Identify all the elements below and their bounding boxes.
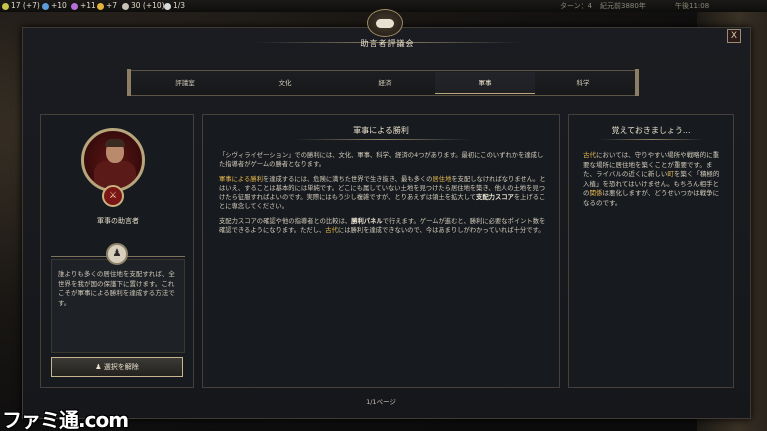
faith-icon (164, 2, 171, 10)
panel-title: 軍事による勝利 (353, 126, 409, 135)
science-resource[interactable]: +10 (42, 0, 67, 12)
advisor-description-text: 誰よりも多くの居住地を支配すれば、全世界を我が国の保護下に置けます。これこそが軍… (58, 270, 175, 307)
advisor-medallion-icon (367, 9, 403, 37)
advisor-portrait (81, 128, 145, 192)
tab-science[interactable]: 科学 (535, 72, 631, 94)
dialog-title: 助言者評議会 (360, 39, 415, 48)
turn-counter: ターン：4 (560, 2, 593, 10)
game-year: 紀元前3880年 (600, 2, 646, 10)
happiness-icon (97, 2, 104, 10)
happiness-resource[interactable]: +7 (97, 0, 117, 12)
deselect-label: 選択を解除 (103, 363, 139, 371)
panel-divider (293, 139, 471, 140)
tab-culture[interactable]: 文化 (235, 72, 335, 94)
advisor-name: 軍事の助言者 (97, 217, 139, 225)
advisor-tabs: 評議室 文化 経済 軍事 科学 (127, 69, 639, 96)
tips-text: 古代においては、守りやすい場所や戦略的に重要な場所に居住地を築くことが重要です。… (583, 151, 721, 208)
faith-resource[interactable]: 1/3 (164, 0, 185, 12)
advisor-panel: ⚔ 軍事の助言者 誰よりも多くの居住地を支配すれば、全世界を我が国の保護下に置け… (40, 114, 194, 388)
text-segment: 支配力スコアの確認や他の指導者との比較は、 (219, 218, 352, 225)
food-value: 17 (+7) (11, 1, 40, 10)
culture-value: +11 (80, 1, 96, 10)
text-segment: には勝利を達成できないので、今はあまりしがわかっていれば十分です。 (337, 227, 545, 234)
victory-info-panel: 軍事による勝利 「シヴィライゼーション」での勝利には、文化、軍事、科学、経済の4… (202, 114, 560, 388)
close-button[interactable]: X (727, 29, 741, 43)
gold-value: 30 (+10) (131, 1, 165, 10)
advisor-description: 誰よりも多くの居住地を支配すれば、全世界を我が国の保護下に置けます。これこそが軍… (51, 259, 185, 353)
food-icon (2, 2, 9, 10)
gold-icon (122, 2, 129, 10)
advisor-council-dialog: 助言者評議会 X 評議室 文化 経済 軍事 科学 ⚔ 軍事の助言者 誰よりも多く… (22, 9, 751, 419)
keyword-antiquity[interactable]: 古代 (583, 151, 596, 159)
person-icon: ♟ (106, 243, 128, 265)
science-value: +10 (51, 1, 67, 10)
clock: 午後11:08 (675, 2, 710, 10)
tab-military[interactable]: 軍事 (435, 72, 535, 94)
military-emblem-icon: ⚔ (102, 185, 124, 207)
keyword-military-victory[interactable]: 軍事による勝利 (219, 176, 263, 183)
culture-resource[interactable]: +11 (71, 0, 96, 12)
page-indicator: 1/1ページ (366, 398, 396, 406)
paragraph-panel: 支配力スコアの確認や他の指導者との比較は、勝利パネルで行えます。ゲームが進むと、… (219, 217, 547, 235)
gold-resource[interactable]: 30 (+10) (122, 0, 165, 12)
science-icon (42, 2, 49, 10)
tab-council-room[interactable]: 評議室 (135, 72, 235, 94)
tips-divider (599, 139, 705, 140)
happiness-value: +7 (106, 1, 118, 10)
culture-icon (71, 2, 78, 10)
keyword-settlement[interactable]: 居住地 (432, 176, 451, 183)
victory-description: 「シヴィライゼーション」での勝利には、文化、軍事、科学、経済の4つがあります。最… (219, 151, 547, 241)
deselect-button[interactable]: ♟ 選択を解除 (51, 357, 183, 377)
keyword-antiquity[interactable]: 古代 (325, 227, 338, 234)
tips-panel: 覚えておきましょう... 古代においては、守りやすい場所や戦略的に重要な場所に居… (568, 114, 734, 388)
watermark-logo: ファミ通.com (2, 408, 129, 431)
person-icon: ♟ (95, 363, 102, 371)
paragraph-conditions: 軍事による勝利を達成するには、危険に満ちた世界で生き抜き、最も多くの居住地を支配… (219, 175, 547, 211)
text-segment: は悪化しますが、どうせいつかは戦争になるのです。 (583, 189, 720, 207)
keyword-dominance-score: 支配力スコア (476, 194, 514, 201)
keyword-relationship[interactable]: 関係 (590, 189, 603, 197)
text-segment: を達成するには、危険に満ちた世界で生き抜き、最も多くの (262, 176, 433, 183)
tips-title: 覚えておきましょう... (611, 126, 691, 135)
keyword-victory-panel: 勝利パネル (351, 218, 383, 225)
food-resource[interactable]: 17 (+7) (2, 0, 40, 12)
paragraph-intro: 「シヴィライゼーション」での勝利には、文化、軍事、科学、経済の4つがあります。最… (219, 152, 544, 168)
faith-value: 1/3 (173, 1, 186, 10)
tab-economy[interactable]: 経済 (335, 72, 435, 94)
